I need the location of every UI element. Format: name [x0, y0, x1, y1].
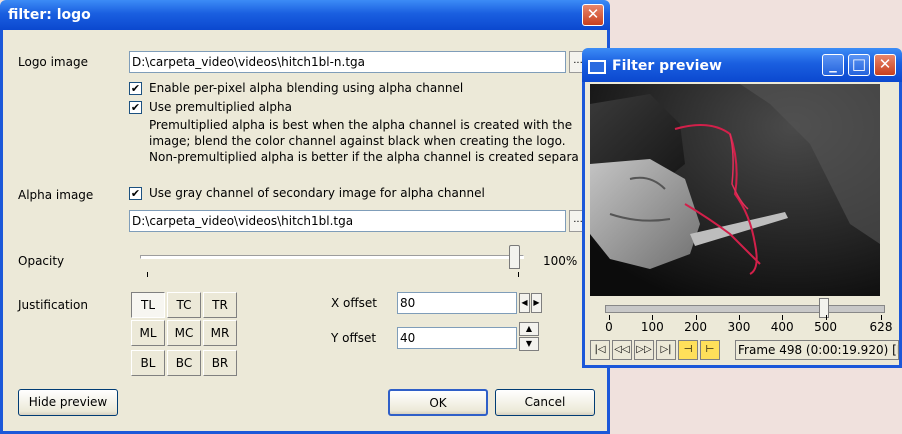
x-offset-left-arrow[interactable]: ◀ [519, 293, 530, 313]
opacity-slider-track[interactable] [140, 255, 524, 259]
preview-close-button[interactable]: ✕ [874, 54, 896, 76]
just-ml-button[interactable]: ML [131, 320, 165, 346]
just-mc-button[interactable]: MC [167, 320, 201, 346]
y-offset-down-arrow[interactable]: ▼ [519, 337, 539, 351]
next-key-icon[interactable]: ▷▷ [634, 340, 654, 360]
preview-title: Filter preview [612, 58, 722, 74]
prev-key-icon[interactable]: ◁◁ [612, 340, 632, 360]
logo-filter-dialog: filter: logo ✕ Logo image D:\carpeta_vid… [0, 0, 610, 434]
just-tr-button[interactable]: TR [203, 292, 237, 318]
logo-image-path-field[interactable]: D:\carpeta_video\videos\hitch1bl-n.tga [129, 51, 566, 73]
premultiplied-description-2: image; blend the color channel against b… [149, 134, 566, 148]
y-offset-label: Y offset [331, 331, 377, 345]
preview-minimize-button[interactable]: _ [822, 54, 844, 76]
just-tc-button[interactable]: TC [167, 292, 201, 318]
preview-body: 0 100 200 300 400 500 628 |◁ ◁◁ ▷▷ ▷| ⊣ ⊢ Fram… [582, 82, 902, 368]
dialog-body: Logo image D:\carpeta_video\videos\hitch… [0, 30, 610, 434]
preview-window-icon [588, 60, 606, 74]
opacity-tick-max [518, 272, 519, 277]
premultiplied-description-1: Premultiplied alpha is best when the alp… [149, 118, 573, 132]
frame-status: Frame 498 (0:00:19.920) [P [735, 340, 899, 360]
opacity-value: 100% [543, 254, 578, 268]
end-icon[interactable]: ▷| [656, 340, 676, 360]
filter-preview-window: Filter preview _ □ ✕ 0 100 200 300 400 5… [582, 48, 902, 368]
preview-video-frame [590, 84, 880, 296]
opacity-tick-min [147, 272, 148, 277]
position-tick-label: 300 [727, 320, 751, 334]
position-slider-thumb[interactable] [819, 298, 830, 318]
position-tick-label: 400 [770, 320, 794, 334]
position-slider-track[interactable] [605, 305, 885, 313]
just-bl-button[interactable]: BL [131, 350, 165, 376]
just-mr-button[interactable]: MR [203, 320, 237, 346]
just-br-button[interactable]: BR [203, 350, 237, 376]
opacity-label: Opacity [18, 254, 65, 268]
opacity-slider-thumb[interactable] [509, 245, 520, 269]
logo-image-label: Logo image [18, 55, 88, 69]
mark-in-icon[interactable]: ⊣ [678, 340, 698, 360]
playback-controls: |◁ ◁◁ ▷▷ ▷| ⊣ ⊢ [590, 340, 730, 360]
justification-label: Justification [18, 298, 88, 312]
x-offset-input[interactable]: 80 [397, 292, 517, 314]
premultiplied-label: Use premultiplied alpha [149, 100, 292, 114]
position-tick-label: 200 [684, 320, 708, 334]
x-offset-label: X offset [331, 296, 377, 310]
premultiplied-checkbox[interactable]: ✔ [129, 101, 142, 114]
x-offset-right-arrow[interactable]: ▶ [531, 293, 542, 313]
y-offset-up-arrow[interactable]: ▲ [519, 322, 539, 336]
alpha-image-label: Alpha image [18, 188, 94, 202]
position-tick-label: 0 [605, 320, 613, 334]
enable-alpha-checkbox[interactable]: ✔ [129, 82, 142, 95]
dialog-close-button[interactable]: ✕ [582, 4, 604, 26]
alpha-image-path-field[interactable]: D:\carpeta_video\videos\hitch1bl.tga [129, 210, 566, 232]
enable-alpha-label: Enable per-pixel alpha blending using al… [149, 81, 464, 95]
position-tick-label: 628 [869, 320, 893, 334]
cancel-button[interactable]: Cancel [495, 389, 595, 416]
start-icon[interactable]: |◁ [590, 340, 610, 360]
position-tick-label: 100 [640, 320, 664, 334]
preview-maximize-button[interactable]: □ [848, 54, 870, 76]
use-gray-channel-checkbox[interactable]: ✔ [129, 187, 142, 200]
y-offset-input[interactable]: 40 [397, 327, 517, 349]
position-tick-label: 500 [814, 320, 837, 334]
dialog-titlebar[interactable]: filter: logo [0, 0, 610, 30]
use-gray-channel-label: Use gray channel of secondary image for … [149, 186, 485, 200]
just-tl-button[interactable]: TL [131, 292, 165, 318]
mark-out-icon[interactable]: ⊢ [700, 340, 720, 360]
just-bc-button[interactable]: BC [167, 350, 201, 376]
premultiplied-description-3: Non-premultiplied alpha is better if the… [149, 150, 579, 164]
dialog-title: filter: logo [8, 7, 91, 23]
hide-preview-button[interactable]: Hide preview [18, 389, 118, 416]
ok-button[interactable]: OK [388, 389, 488, 416]
